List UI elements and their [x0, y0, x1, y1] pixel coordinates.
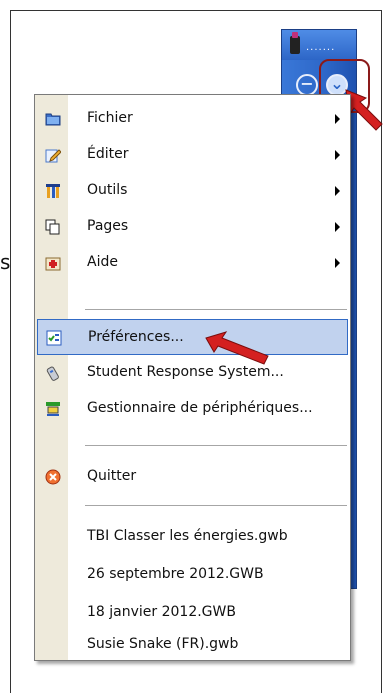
- partial-text: s: [0, 250, 11, 274]
- toolbar-grip[interactable]: .......: [306, 42, 335, 53]
- submenu-arrow-icon: [335, 114, 340, 124]
- menu-item-preferences[interactable]: Préférences...: [37, 319, 348, 355]
- menu-item-pages[interactable]: Pages: [37, 209, 348, 245]
- minimize-icon[interactable]: −: [296, 74, 318, 96]
- first-aid-icon: [45, 255, 61, 271]
- edit-pencil-icon: [45, 147, 61, 163]
- menu-item-editer[interactable]: Éditer: [37, 137, 348, 173]
- menu-separator: [85, 445, 347, 446]
- menu-separator: [85, 309, 347, 310]
- folder-icon: [45, 111, 61, 127]
- menu-item-fichier[interactable]: Fichier: [37, 101, 348, 137]
- response-remote-icon: [45, 365, 61, 381]
- recent-file-item[interactable]: Susie Snake (FR).gwb: [37, 633, 348, 661]
- device-manager-icon: [45, 401, 61, 417]
- menu-item-quitter[interactable]: Quitter: [37, 459, 348, 495]
- tools-icon: [45, 183, 61, 199]
- pen-holder-icon: [290, 32, 300, 54]
- menu-item-aide[interactable]: Aide: [37, 245, 348, 281]
- recent-file-item[interactable]: 18 janvier 2012.GWB: [37, 595, 348, 631]
- menu-item-outils[interactable]: Outils: [37, 173, 348, 209]
- toolbar-header[interactable]: .......: [282, 30, 356, 60]
- menu-separator: [85, 505, 347, 506]
- recent-file-item[interactable]: TBI Classer les énergies.gwb: [37, 519, 348, 555]
- recent-file-item[interactable]: 26 septembre 2012.GWB: [37, 557, 348, 593]
- menu-item-device-manager[interactable]: Gestionnaire de périphériques...: [37, 391, 348, 427]
- submenu-arrow-icon: [335, 222, 340, 232]
- menu-item-student-response-system[interactable]: Student Response System...: [37, 355, 348, 391]
- submenu-arrow-icon: [335, 258, 340, 268]
- submenu-arrow-icon: [335, 186, 340, 196]
- context-menu: Fichier Éditer Outils Pages Aide Préfére…: [34, 94, 351, 661]
- preferences-icon: [46, 330, 62, 346]
- quit-icon: [45, 469, 61, 485]
- pointer-arrow-icon: [205, 331, 269, 365]
- submenu-arrow-icon: [335, 150, 340, 160]
- pages-icon: [45, 219, 61, 235]
